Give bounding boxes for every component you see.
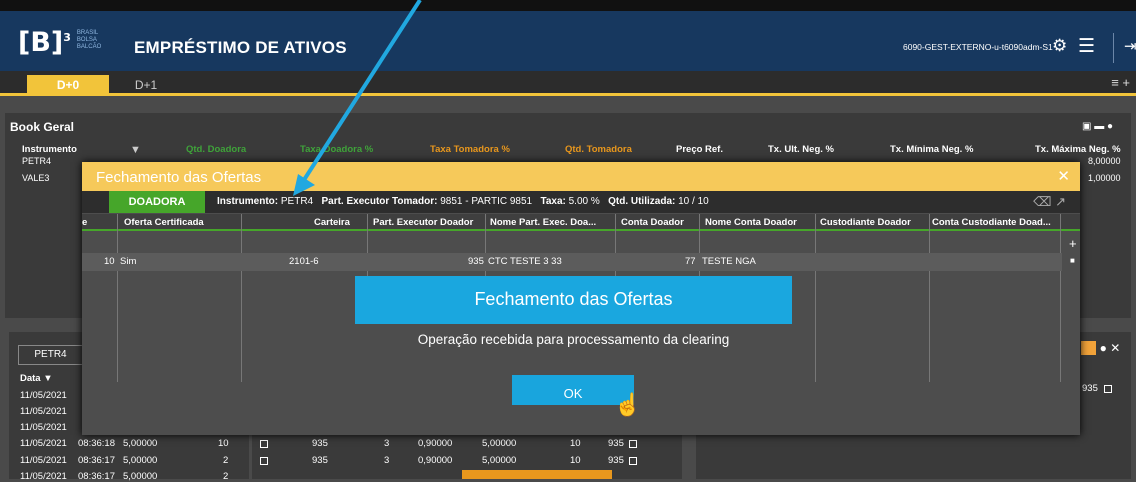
annotation-arrow-icon bbox=[293, 0, 422, 196]
